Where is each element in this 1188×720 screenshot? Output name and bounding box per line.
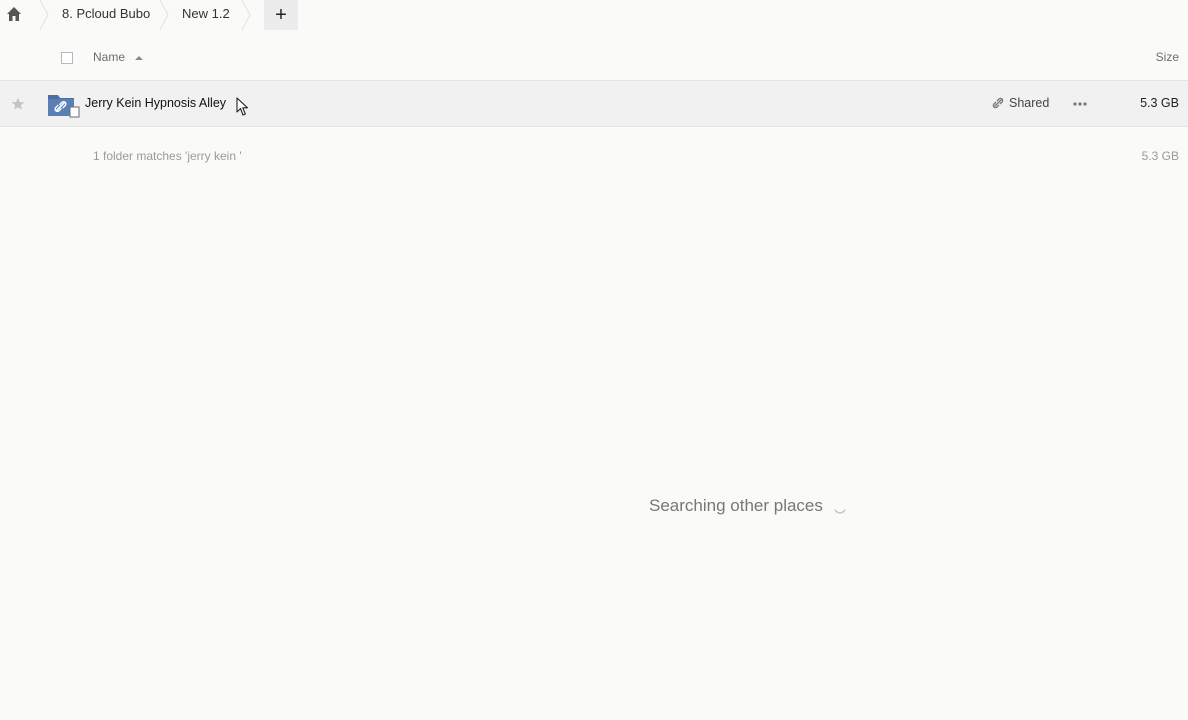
list-header: Name Size (0, 38, 1188, 78)
link-icon (992, 97, 1004, 109)
sort-ascending-icon[interactable] (135, 55, 143, 61)
add-button[interactable]: + (264, 0, 298, 30)
table-row[interactable]: Jerry Kein Hypnosis Alley Shared 5.3 GB (0, 80, 1188, 127)
breadcrumb-item-pcloud-bubo[interactable]: 8. Pcloud Bubo (62, 6, 150, 21)
star-icon[interactable] (11, 97, 25, 111)
file-manager: 8. Pcloud Bubo New 1.2 + Name Size Jerry… (0, 0, 1188, 720)
column-header-size[interactable]: Size (1156, 50, 1179, 64)
file-size: 5.3 GB (1140, 96, 1179, 110)
breadcrumb: 8. Pcloud Bubo New 1.2 + (0, 0, 1188, 30)
breadcrumb-separator-icon (159, 0, 169, 30)
summary-size: 5.3 GB (1141, 149, 1179, 163)
file-name[interactable]: Jerry Kein Hypnosis Alley (85, 96, 226, 110)
column-header-name[interactable]: Name (93, 50, 125, 64)
breadcrumb-item-new-1-2[interactable]: New 1.2 (182, 6, 230, 21)
home-icon[interactable] (5, 5, 23, 23)
search-summary: 1 folder matches 'jerry kein ' (93, 149, 242, 163)
shared-folder-icon (48, 95, 80, 118)
breadcrumb-separator-icon (39, 0, 49, 30)
mouse-cursor-icon (236, 97, 249, 116)
more-options-icon[interactable] (1071, 99, 1089, 109)
shared-label: Shared (1009, 96, 1050, 110)
search-status: Searching other places (649, 496, 823, 515)
plus-icon: + (275, 4, 287, 26)
breadcrumb-separator-icon (241, 0, 251, 30)
loading-spinner-icon (834, 509, 846, 514)
shared-indicator[interactable]: Shared (991, 96, 1049, 110)
select-all-checkbox[interactable] (61, 52, 73, 64)
